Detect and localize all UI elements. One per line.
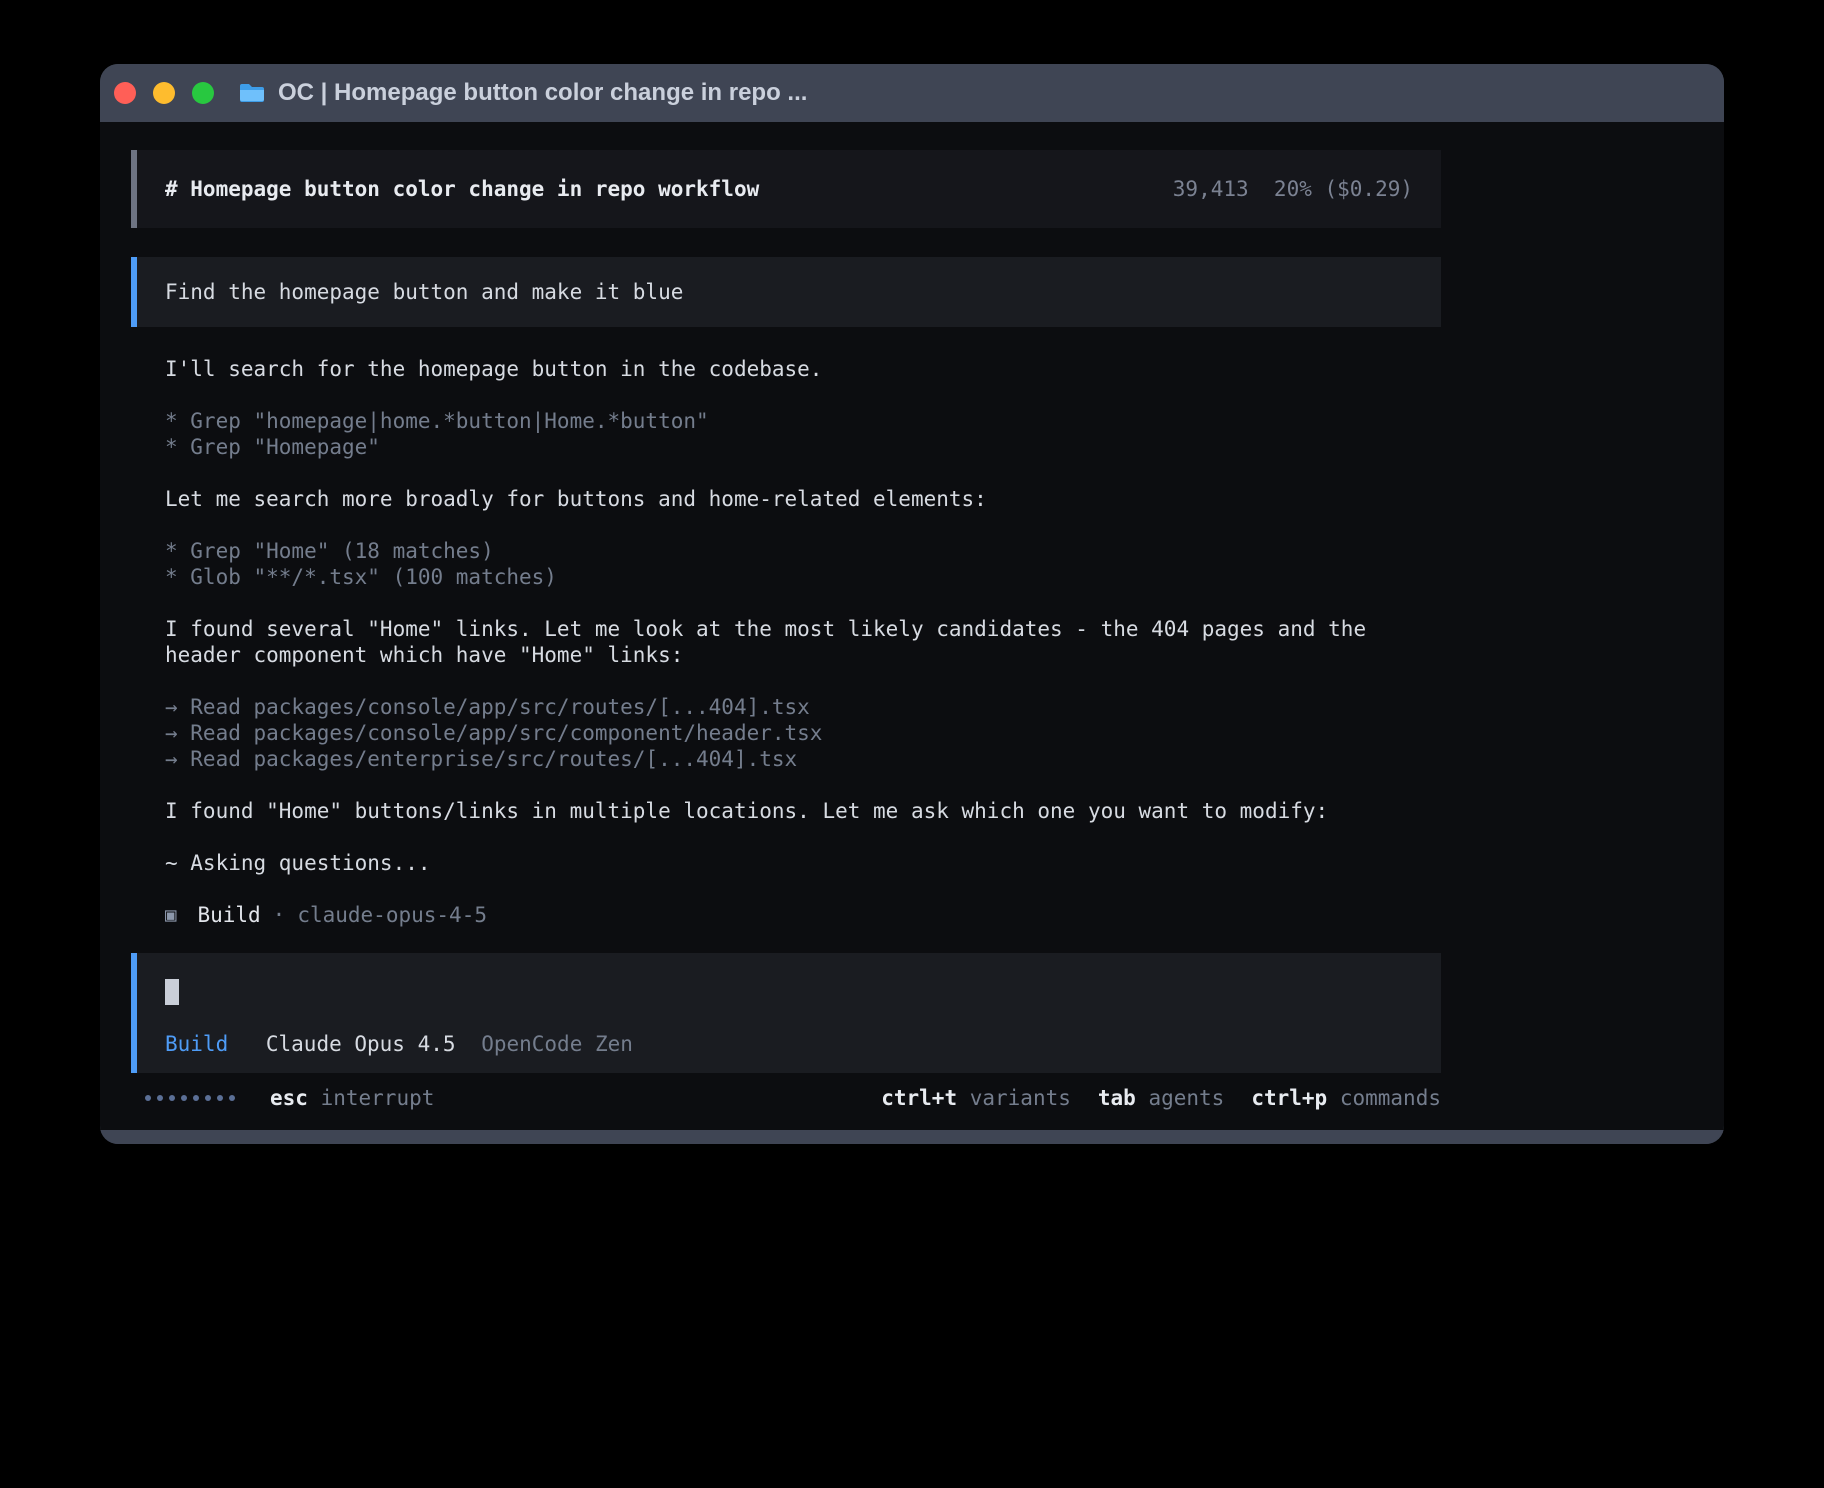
interrupt-label — [308, 1085, 321, 1111]
output-line: ~ Asking questions... — [165, 850, 1435, 876]
window-bottom-edge — [100, 1130, 1724, 1144]
output-line: I'll search for the homepage button in t… — [165, 356, 1435, 382]
output-line — [165, 512, 1435, 538]
spinner-dot — [217, 1095, 223, 1101]
output-line: I found "Home" buttons/links in multiple… — [165, 798, 1435, 824]
output-line: I found several "Home" links. Let me loo… — [165, 616, 1435, 668]
folder-icon — [238, 82, 266, 104]
output-line — [165, 460, 1435, 486]
esc-key-hint: esc — [270, 1085, 308, 1111]
minimize-button[interactable] — [153, 82, 175, 104]
window-title: OC | Homepage button color change in rep… — [278, 79, 807, 107]
session-title: # Homepage button color change in repo w… — [165, 176, 759, 202]
spinner-dot — [157, 1095, 163, 1101]
spinner-dot — [229, 1095, 235, 1101]
output-line — [165, 668, 1435, 694]
output-line: → Read packages/enterprise/src/routes/[.… — [165, 746, 1435, 772]
spinner-dot — [193, 1095, 199, 1101]
provider-label: OpenCode Zen — [481, 1032, 633, 1056]
agent-separator: · — [273, 902, 286, 928]
output-line — [165, 382, 1435, 408]
status-left: esc interrupt — [131, 1085, 434, 1111]
agent-model: claude-opus-4-5 — [297, 902, 487, 928]
terminal-window: OC | Homepage button color change in rep… — [100, 64, 1724, 1144]
status-shortcuts: ctrl+t variants tab agents ctrl+p commands — [881, 1085, 1441, 1111]
output-line: → Read packages/console/app/src/componen… — [165, 720, 1435, 746]
shortcut-hint: ctrl+p commands — [1251, 1085, 1441, 1111]
interrupt-hint-label: interrupt — [321, 1085, 435, 1111]
agent-status-line: ▣ Build · claude-opus-4-5 — [165, 902, 1435, 928]
session-stats: 39,413 20% ($0.29) — [1173, 176, 1413, 202]
zoom-button[interactable] — [192, 82, 214, 104]
window-controls — [114, 82, 214, 104]
title-group: OC | Homepage button color change in rep… — [238, 79, 807, 107]
output-line: * Grep "Homepage" — [165, 434, 1435, 460]
input-line[interactable] — [165, 979, 1413, 1005]
title-bar: OC | Homepage button color change in rep… — [100, 64, 1724, 122]
shortcut-hint: ctrl+t variants — [881, 1085, 1071, 1111]
output-line: * Grep "Home" (18 matches) — [165, 538, 1435, 564]
model-name-label[interactable]: Claude Opus 4.5 — [266, 1032, 456, 1056]
output-line: * Glob "**/*.tsx" (100 matches) — [165, 564, 1435, 590]
spinner-dot — [181, 1095, 187, 1101]
user-message-text: Find the homepage button and make it blu… — [165, 279, 683, 305]
spinner-dot — [169, 1095, 175, 1101]
status-bar: esc interrupt ctrl+t variantstab agentsc… — [131, 1085, 1441, 1111]
spinner-dot — [145, 1095, 151, 1101]
spinner-dot — [205, 1095, 211, 1101]
output-line — [165, 876, 1435, 902]
output-line — [165, 590, 1435, 616]
output-line — [165, 824, 1435, 850]
output-line: → Read packages/console/app/src/routes/[… — [165, 694, 1435, 720]
close-button[interactable] — [114, 82, 136, 104]
text-cursor — [165, 979, 179, 1005]
agent-mode-label[interactable]: Build — [165, 1032, 228, 1056]
terminal-content: # Homepage button color change in repo w… — [100, 122, 1724, 1130]
agent-icon: ▣ — [165, 902, 176, 928]
output-line: * Grep "homepage|home.*button|Home.*butt… — [165, 408, 1435, 434]
output-line — [165, 772, 1435, 798]
user-message: Find the homepage button and make it blu… — [131, 257, 1441, 327]
shortcut-hint: tab agents — [1098, 1085, 1224, 1111]
agent-name: Build — [197, 902, 260, 928]
assistant-lines: I'll search for the homepage button in t… — [165, 356, 1435, 902]
spinner-dots — [145, 1095, 235, 1101]
prompt-input[interactable]: Build Claude Opus 4.5 OpenCode Zen — [131, 953, 1441, 1073]
model-status-line: Build Claude Opus 4.5 OpenCode Zen — [165, 1031, 1413, 1057]
session-header: # Homepage button color change in repo w… — [131, 150, 1441, 228]
output-line: Let me search more broadly for buttons a… — [165, 486, 1435, 512]
assistant-output: I'll search for the homepage button in t… — [131, 356, 1435, 928]
